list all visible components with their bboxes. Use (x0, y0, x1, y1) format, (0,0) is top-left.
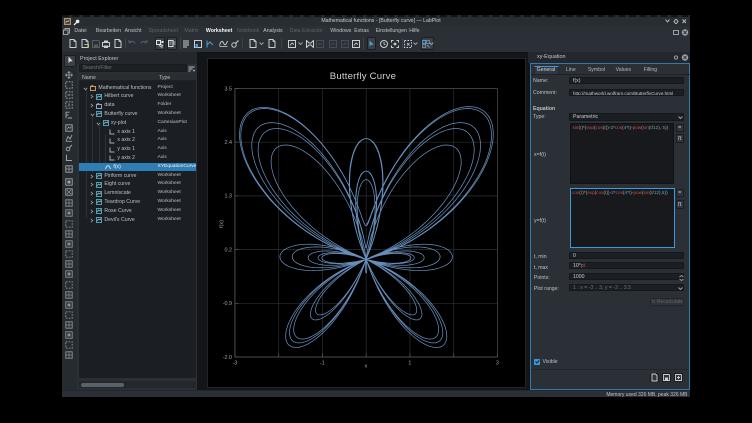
svg-text:x: x (365, 363, 368, 369)
svg-text:3.5: 3.5 (225, 86, 233, 92)
svg-text:f(x): f(x) (219, 219, 225, 227)
svg-text:1.3: 1.3 (225, 193, 233, 199)
svg-text:3: 3 (496, 360, 499, 366)
svg-text:-1: -1 (320, 360, 325, 366)
svg-text:Butterfly Curve: Butterfly Curve (330, 70, 396, 81)
svg-text:-3: -3 (233, 360, 238, 366)
svg-text:0.2: 0.2 (225, 247, 233, 253)
svg-text:-2.0: -2.0 (223, 354, 232, 360)
svg-text:1: 1 (408, 360, 411, 366)
svg-text:2.4: 2.4 (225, 140, 233, 146)
svg-text:-0.9: -0.9 (223, 301, 232, 307)
